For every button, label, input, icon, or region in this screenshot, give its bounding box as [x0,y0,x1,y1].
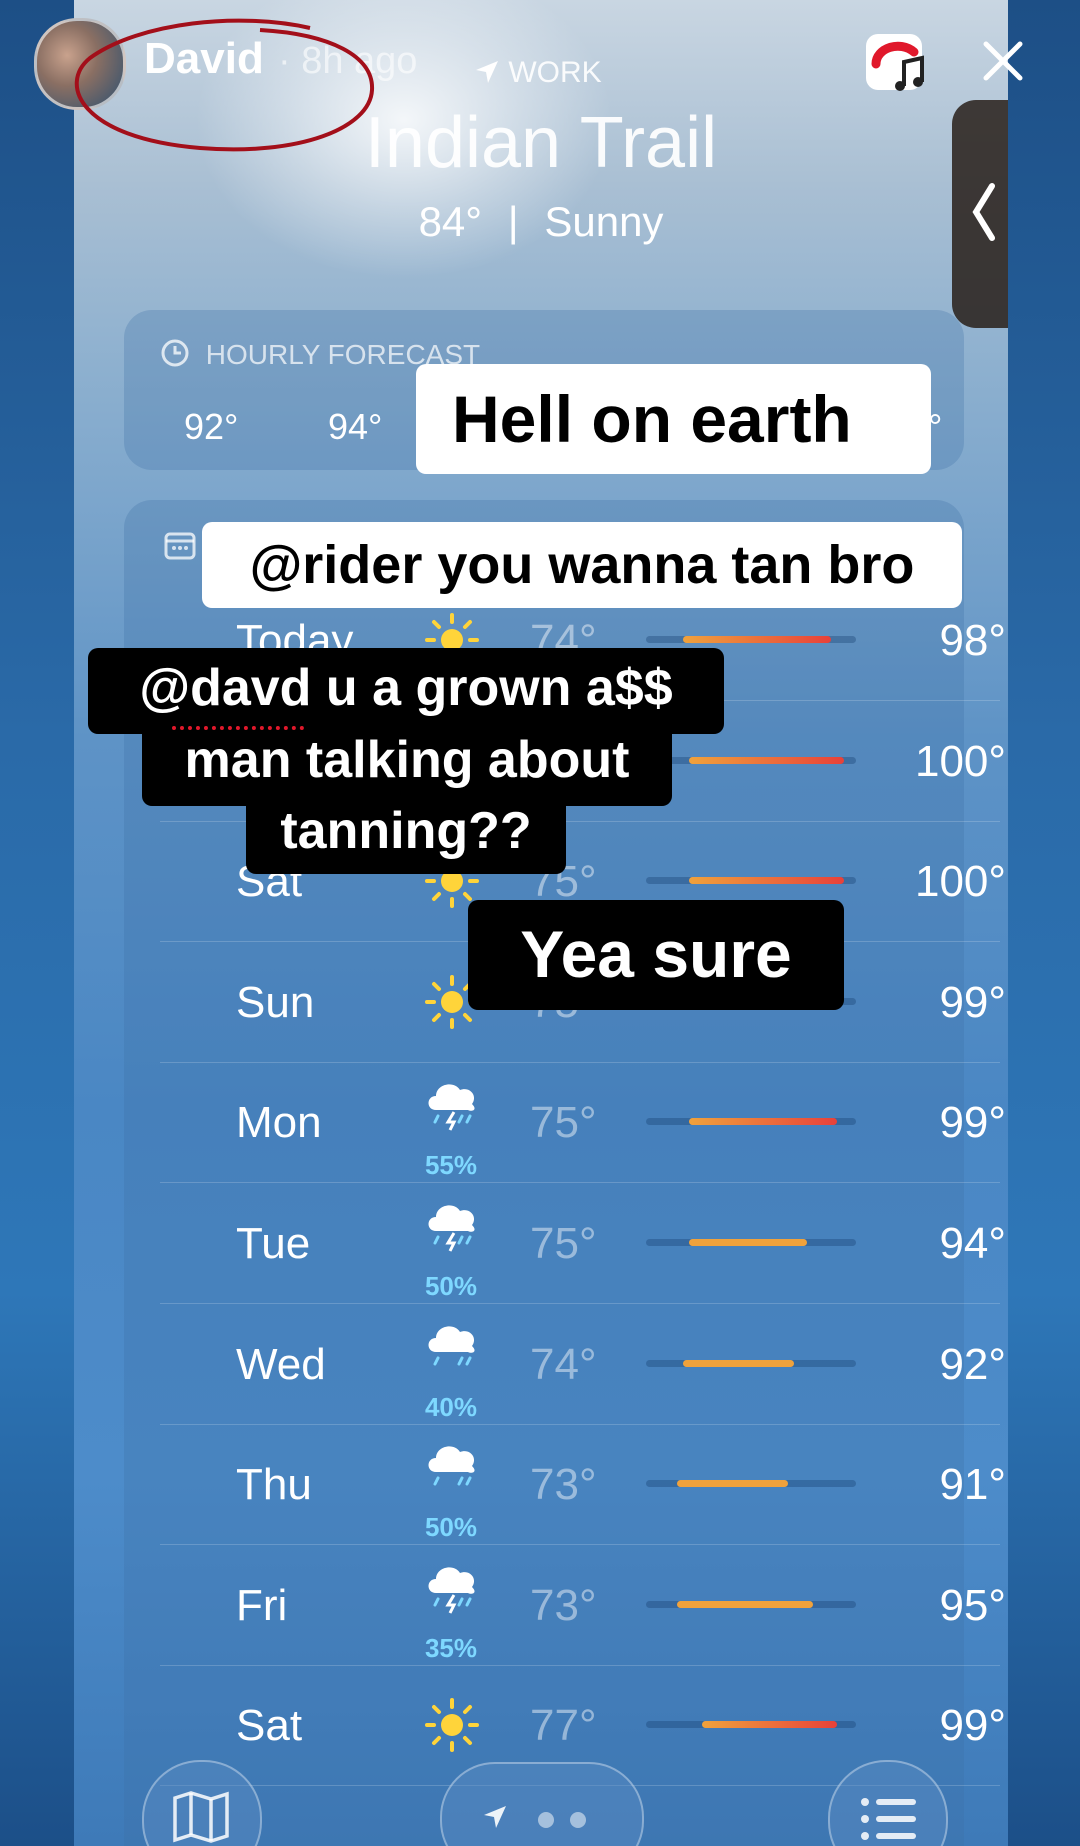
daily-row: Fri 35% 73° 95° [160,1545,1006,1666]
red-circle-annotation [74,18,375,152]
low-temp: 75° [530,1098,597,1148]
caption-line: tanning?? [246,792,566,874]
close-button[interactable] [978,36,1028,86]
condition: Sunny [544,198,664,245]
daily-row: Mon 55% 75° 99° [160,1062,1006,1184]
music-note-icon [870,36,930,101]
day-label: Mon [236,1098,322,1148]
hourly-temp: 92° [184,406,239,447]
high-temp: 92° [939,1339,1006,1389]
clock-icon [160,338,190,375]
daily-row: Tue 50% 75° 94° [160,1183,1006,1304]
temp-range-track [646,756,856,764]
spellcheck-underline [172,722,304,730]
side-panel-handle[interactable] [952,100,1008,328]
low-temp: 75° [530,1219,597,1268]
temp-range-track [646,1359,856,1367]
hourly-temp: 94° [328,406,383,447]
low-temp: 73° [530,1580,597,1630]
rain-cloud-icon [422,1314,482,1374]
high-temp: 100° [914,736,1006,786]
high-temp: 99° [939,977,1006,1027]
high-temp: 95° [939,1580,1006,1630]
daily-row: Wed 40% 74° 92° [160,1304,1006,1425]
high-temp: 100° [914,857,1006,907]
day-label: Thu [236,1460,312,1510]
temp-range-track [646,1480,856,1488]
current-location-icon [482,1804,508,1835]
rain-cloud-icon [422,1434,482,1494]
current-temp: 84° [418,198,483,245]
temp-range-track [646,1600,856,1608]
precip-chance: 55% [424,1150,478,1181]
high-temp: 91° [939,1460,1006,1510]
temp-range-bar [701,1721,838,1729]
divider: | [507,198,519,245]
caption-hell-on-earth[interactable]: Hell on earth [416,364,931,474]
page-dot [570,1812,586,1828]
location-tag: WORK [474,56,602,93]
caption-yea-sure[interactable]: Yea sure [468,900,844,1010]
temp-range-track [646,1239,856,1246]
calendar-icon [164,530,196,565]
page-dot [538,1812,554,1828]
low-temp: 73° [530,1460,597,1510]
day-label: Wed [236,1339,326,1389]
precip-chance: 50% [424,1271,478,1301]
current-conditions: 84° | Sunny [74,198,1008,246]
location-arrow-icon [474,59,500,93]
location-pager[interactable] [440,1762,644,1846]
high-temp: 99° [939,1098,1006,1148]
thunderstorm-icon [422,1555,482,1615]
music-sticker-button[interactable] [866,34,924,91]
precip-chance: 35% [424,1632,478,1663]
caption-tan-question[interactable]: @rider you wanna tan bro [202,522,962,608]
temp-range-track [646,1118,856,1126]
day-label: Tue [236,1219,311,1268]
temp-range-track [646,1721,856,1729]
temp-range-bar [676,1600,813,1608]
temp-range-track [646,877,856,885]
temp-range-bar [683,1359,795,1367]
chevron-left-icon [970,182,996,247]
sun-icon [422,1695,482,1755]
low-temp: 74° [530,1339,597,1389]
low-temp: 77° [530,1701,597,1751]
temp-range-bar [689,756,844,764]
thunderstorm-icon [422,1072,482,1132]
high-temp: 94° [939,1219,1006,1268]
day-label: Sun [236,977,315,1027]
precip-chance: 40% [424,1391,478,1422]
temp-range-bar [683,636,832,643]
close-icon [978,41,1028,90]
daily-row: Thu 50% 73° 91° [160,1424,1006,1546]
high-temp: 98° [939,616,1006,665]
thunderstorm-icon [422,1193,482,1253]
day-label: Fri [236,1580,288,1630]
list-icon [860,1796,916,1846]
temp-range-bar [676,1480,789,1488]
high-temp: 99° [939,1701,1006,1751]
day-label: Sat [236,1701,303,1751]
temp-range-track [646,636,856,643]
temp-range-bar [689,1239,807,1246]
precip-chance: 50% [424,1512,478,1543]
temp-range-bar [689,1118,838,1126]
map-icon [172,1790,230,1846]
temp-range-bar [689,877,844,885]
